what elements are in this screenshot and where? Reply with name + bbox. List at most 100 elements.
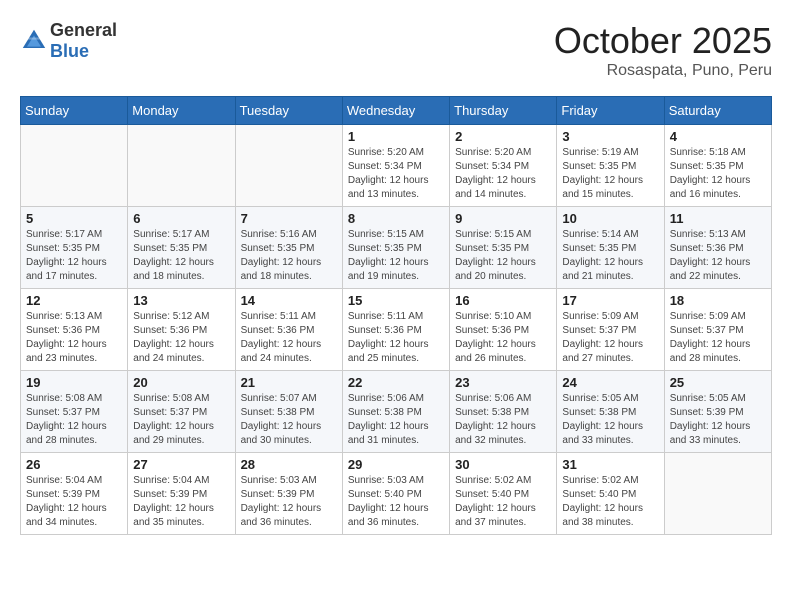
day-info: Sunrise: 5:04 AM Sunset: 5:39 PM Dayligh…: [26, 474, 122, 530]
col-header-thursday: Thursday: [450, 97, 557, 125]
day-info: Sunrise: 5:08 AM Sunset: 5:37 PM Dayligh…: [26, 392, 122, 448]
day-number: 3: [562, 129, 658, 144]
day-info: Sunrise: 5:16 AM Sunset: 5:35 PM Dayligh…: [241, 228, 337, 284]
day-info: Sunrise: 5:18 AM Sunset: 5:35 PM Dayligh…: [670, 146, 766, 202]
calendar-cell: 25 Sunrise: 5:05 AM Sunset: 5:39 PM Dayli…: [664, 371, 771, 453]
calendar-cell: 14 Sunrise: 5:11 AM Sunset: 5:36 PM Dayli…: [235, 289, 342, 371]
day-info: Sunrise: 5:11 AM Sunset: 5:36 PM Dayligh…: [348, 310, 444, 366]
day-number: 4: [670, 129, 766, 144]
calendar-week-row: 26 Sunrise: 5:04 AM Sunset: 5:39 PM Dayli…: [21, 453, 772, 535]
day-info: Sunrise: 5:09 AM Sunset: 5:37 PM Dayligh…: [562, 310, 658, 366]
calendar-cell: 29 Sunrise: 5:03 AM Sunset: 5:40 PM Dayli…: [342, 453, 449, 535]
day-info: Sunrise: 5:02 AM Sunset: 5:40 PM Dayligh…: [455, 474, 551, 530]
title-block: October 2025 Rosaspata, Puno, Peru: [554, 20, 772, 80]
page-header: General Blue October 2025 Rosaspata, Pun…: [20, 20, 772, 80]
day-info: Sunrise: 5:06 AM Sunset: 5:38 PM Dayligh…: [348, 392, 444, 448]
day-info: Sunrise: 5:14 AM Sunset: 5:35 PM Dayligh…: [562, 228, 658, 284]
calendar-cell: 15 Sunrise: 5:11 AM Sunset: 5:36 PM Dayli…: [342, 289, 449, 371]
day-info: Sunrise: 5:05 AM Sunset: 5:39 PM Dayligh…: [670, 392, 766, 448]
calendar-header-row: SundayMondayTuesdayWednesdayThursdayFrid…: [21, 97, 772, 125]
day-number: 25: [670, 375, 766, 390]
day-number: 30: [455, 457, 551, 472]
day-info: Sunrise: 5:04 AM Sunset: 5:39 PM Dayligh…: [133, 474, 229, 530]
calendar-week-row: 12Sunrise: 5:13 AM Sunset: 5:36 PM Dayli…: [21, 289, 772, 371]
logo: General Blue: [20, 20, 117, 62]
calendar-cell: 19 Sunrise: 5:08 AM Sunset: 5:37 PM Dayli…: [21, 371, 128, 453]
day-info: Sunrise: 5:03 AM Sunset: 5:40 PM Dayligh…: [348, 474, 444, 530]
calendar-cell: 16 Sunrise: 5:10 AM Sunset: 5:36 PM Dayli…: [450, 289, 557, 371]
day-info: Sunrise: 5:15 AM Sunset: 5:35 PM Dayligh…: [455, 228, 551, 284]
col-header-saturday: Saturday: [664, 97, 771, 125]
col-header-friday: Friday: [557, 97, 664, 125]
calendar-cell: 23Sunrise: 5:06 AM Sunset: 5:38 PM Dayli…: [450, 371, 557, 453]
day-number: 26: [26, 457, 122, 472]
day-info: Sunrise: 5:20 AM Sunset: 5:34 PM Dayligh…: [348, 146, 444, 202]
day-number: 19: [26, 375, 122, 390]
day-number: 13: [133, 293, 229, 308]
col-header-tuesday: Tuesday: [235, 97, 342, 125]
calendar-cell: 7 Sunrise: 5:16 AM Sunset: 5:35 PM Daylig…: [235, 207, 342, 289]
calendar-cell: 11 Sunrise: 5:13 AM Sunset: 5:36 PM Dayli…: [664, 207, 771, 289]
day-number: 2: [455, 129, 551, 144]
day-info: Sunrise: 5:13 AM Sunset: 5:36 PM Dayligh…: [670, 228, 766, 284]
day-info: Sunrise: 5:05 AM Sunset: 5:38 PM Dayligh…: [562, 392, 658, 448]
day-number: 22: [348, 375, 444, 390]
calendar-week-row: 19 Sunrise: 5:08 AM Sunset: 5:37 PM Dayli…: [21, 371, 772, 453]
day-number: 10: [562, 211, 658, 226]
day-info: Sunrise: 5:17 AM Sunset: 5:35 PM Dayligh…: [133, 228, 229, 284]
calendar-cell: 20 Sunrise: 5:08 AM Sunset: 5:37 PM Dayli…: [128, 371, 235, 453]
day-info: Sunrise: 5:17 AM Sunset: 5:35 PM Dayligh…: [26, 228, 122, 284]
day-number: 7: [241, 211, 337, 226]
calendar-cell: 21Sunrise: 5:07 AM Sunset: 5:38 PM Dayli…: [235, 371, 342, 453]
calendar-cell: 18 Sunrise: 5:09 AM Sunset: 5:37 PM Dayli…: [664, 289, 771, 371]
day-number: 16: [455, 293, 551, 308]
day-number: 20: [133, 375, 229, 390]
logo-text-general: General: [50, 20, 117, 40]
calendar-cell: [664, 453, 771, 535]
calendar-cell: 6 Sunrise: 5:17 AM Sunset: 5:35 PM Daylig…: [128, 207, 235, 289]
day-number: 9: [455, 211, 551, 226]
location-title: Rosaspata, Puno, Peru: [554, 62, 772, 80]
calendar-cell: 3 Sunrise: 5:19 AM Sunset: 5:35 PM Daylig…: [557, 125, 664, 207]
calendar-cell: 13Sunrise: 5:12 AM Sunset: 5:36 PM Dayli…: [128, 289, 235, 371]
calendar-cell: 30 Sunrise: 5:02 AM Sunset: 5:40 PM Dayli…: [450, 453, 557, 535]
day-number: 1: [348, 129, 444, 144]
calendar-cell: 2Sunrise: 5:20 AM Sunset: 5:34 PM Daylig…: [450, 125, 557, 207]
day-number: 21: [241, 375, 337, 390]
calendar-cell: 24 Sunrise: 5:05 AM Sunset: 5:38 PM Dayli…: [557, 371, 664, 453]
calendar-cell: 10 Sunrise: 5:14 AM Sunset: 5:35 PM Dayli…: [557, 207, 664, 289]
day-info: Sunrise: 5:02 AM Sunset: 5:40 PM Dayligh…: [562, 474, 658, 530]
day-number: 18: [670, 293, 766, 308]
calendar-cell: 8Sunrise: 5:15 AM Sunset: 5:35 PM Daylig…: [342, 207, 449, 289]
calendar-cell: 17 Sunrise: 5:09 AM Sunset: 5:37 PM Dayli…: [557, 289, 664, 371]
day-number: 24: [562, 375, 658, 390]
day-info: Sunrise: 5:09 AM Sunset: 5:37 PM Dayligh…: [670, 310, 766, 366]
calendar-cell: [235, 125, 342, 207]
day-number: 28: [241, 457, 337, 472]
day-number: 15: [348, 293, 444, 308]
calendar-cell: [128, 125, 235, 207]
day-number: 27: [133, 457, 229, 472]
day-number: 6: [133, 211, 229, 226]
month-title: October 2025: [554, 20, 772, 62]
day-info: Sunrise: 5:08 AM Sunset: 5:37 PM Dayligh…: [133, 392, 229, 448]
day-number: 29: [348, 457, 444, 472]
calendar-cell: 1 Sunrise: 5:20 AM Sunset: 5:34 PM Daylig…: [342, 125, 449, 207]
day-number: 5: [26, 211, 122, 226]
col-header-sunday: Sunday: [21, 97, 128, 125]
calendar-cell: 12Sunrise: 5:13 AM Sunset: 5:36 PM Dayli…: [21, 289, 128, 371]
day-number: 14: [241, 293, 337, 308]
day-info: Sunrise: 5:03 AM Sunset: 5:39 PM Dayligh…: [241, 474, 337, 530]
day-info: Sunrise: 5:10 AM Sunset: 5:36 PM Dayligh…: [455, 310, 551, 366]
day-info: Sunrise: 5:19 AM Sunset: 5:35 PM Dayligh…: [562, 146, 658, 202]
day-number: 17: [562, 293, 658, 308]
calendar-week-row: 1 Sunrise: 5:20 AM Sunset: 5:34 PM Daylig…: [21, 125, 772, 207]
day-number: 31: [562, 457, 658, 472]
day-info: Sunrise: 5:11 AM Sunset: 5:36 PM Dayligh…: [241, 310, 337, 366]
col-header-wednesday: Wednesday: [342, 97, 449, 125]
calendar-cell: 9 Sunrise: 5:15 AM Sunset: 5:35 PM Daylig…: [450, 207, 557, 289]
day-number: 11: [670, 211, 766, 226]
day-info: Sunrise: 5:15 AM Sunset: 5:35 PM Dayligh…: [348, 228, 444, 284]
day-info: Sunrise: 5:06 AM Sunset: 5:38 PM Dayligh…: [455, 392, 551, 448]
calendar-cell: 28 Sunrise: 5:03 AM Sunset: 5:39 PM Dayli…: [235, 453, 342, 535]
